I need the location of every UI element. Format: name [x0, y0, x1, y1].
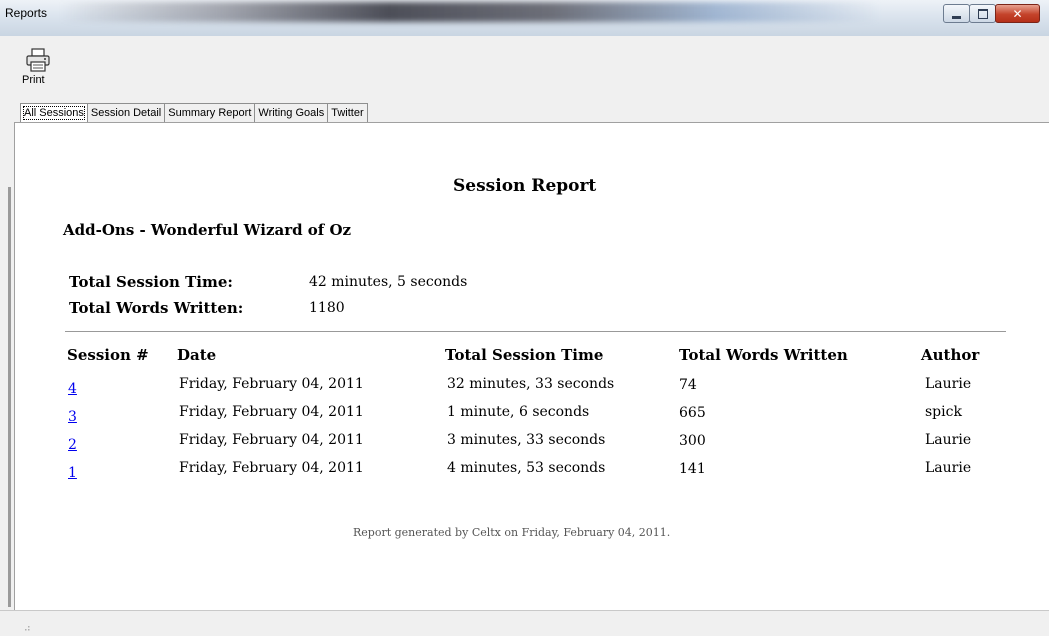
table-cell-date: Friday, February 04, 2011: [179, 376, 364, 392]
total-words-label: Total Words Written:: [69, 299, 244, 317]
minimize-button[interactable]: [943, 4, 970, 23]
table-cell-author: Laurie: [925, 432, 972, 448]
tab-session-detail[interactable]: Session Detail: [87, 103, 166, 123]
divider: [65, 331, 1006, 332]
session-link[interactable]: 2: [68, 437, 77, 453]
toolbar: [0, 36, 1049, 103]
minimize-icon: [952, 15, 961, 19]
tab-label: All Sessions: [23, 106, 85, 120]
table-cell-time: 1 minute, 6 seconds: [447, 404, 590, 420]
total-time-label: Total Session Time:: [69, 273, 233, 291]
close-button[interactable]: ✕: [995, 4, 1040, 23]
column-header-date: Date: [177, 346, 217, 364]
project-title: Add-Ons - Wonderful Wizard of Oz: [63, 221, 352, 239]
title-bar[interactable]: Reports ✕: [0, 0, 1049, 36]
total-time-value: 42 minutes, 5 seconds: [309, 274, 468, 290]
table-cell-author: Laurie: [925, 376, 972, 392]
column-header-words: Total Words Written: [679, 346, 848, 364]
window-title: Reports: [5, 6, 48, 20]
print-label: Print: [22, 74, 45, 86]
print-button[interactable]: Print: [21, 48, 57, 102]
window-controls: ✕: [943, 4, 1040, 24]
table-cell-author: spick: [925, 404, 962, 420]
table-cell-words: 300: [679, 433, 706, 449]
tab-bar: All Sessions Session Detail Summary Repo…: [20, 103, 368, 123]
tab-twitter[interactable]: Twitter: [328, 103, 368, 123]
total-words-value: 1180: [309, 300, 345, 316]
report-title: Session Report: [453, 176, 597, 196]
maximize-icon: [977, 8, 988, 19]
column-header-session-time: Total Session Time: [445, 346, 604, 364]
resize-grip-icon[interactable]: [22, 624, 30, 632]
reports-window: Reports ✕ Print All Sessions Session Det…: [0, 0, 1049, 636]
table-cell-date: Friday, February 04, 2011: [179, 432, 364, 448]
printer-icon: [26, 48, 50, 72]
maximize-button[interactable]: [969, 4, 996, 23]
column-header-author: Author: [921, 346, 980, 364]
session-link[interactable]: 4: [68, 381, 77, 397]
session-link[interactable]: 3: [68, 409, 77, 425]
session-link[interactable]: 1: [68, 465, 77, 481]
table-cell-date: Friday, February 04, 2011: [179, 404, 364, 420]
table-cell-words: 141: [679, 461, 706, 477]
tab-summary-report[interactable]: Summary Report: [165, 103, 256, 123]
title-bar-blur: [60, 2, 880, 22]
table-cell-time: 3 minutes, 33 seconds: [447, 432, 606, 448]
table-cell-time: 4 minutes, 53 seconds: [447, 460, 606, 476]
table-cell-date: Friday, February 04, 2011: [179, 460, 364, 476]
status-bar: [0, 610, 1049, 636]
close-icon: ✕: [1012, 6, 1023, 21]
column-header-session: Session #: [67, 346, 149, 364]
table-cell-author: Laurie: [925, 460, 972, 476]
table-cell-words: 665: [679, 405, 706, 421]
tab-all-sessions[interactable]: All Sessions: [20, 103, 88, 123]
panel-left-edge: [8, 187, 11, 607]
table-cell-time: 32 minutes, 33 seconds: [447, 376, 615, 392]
tab-writing-goals[interactable]: Writing Goals: [255, 103, 329, 123]
table-cell-words: 74: [679, 377, 697, 393]
report-footer: Report generated by Celtx on Friday, Feb…: [353, 526, 671, 539]
